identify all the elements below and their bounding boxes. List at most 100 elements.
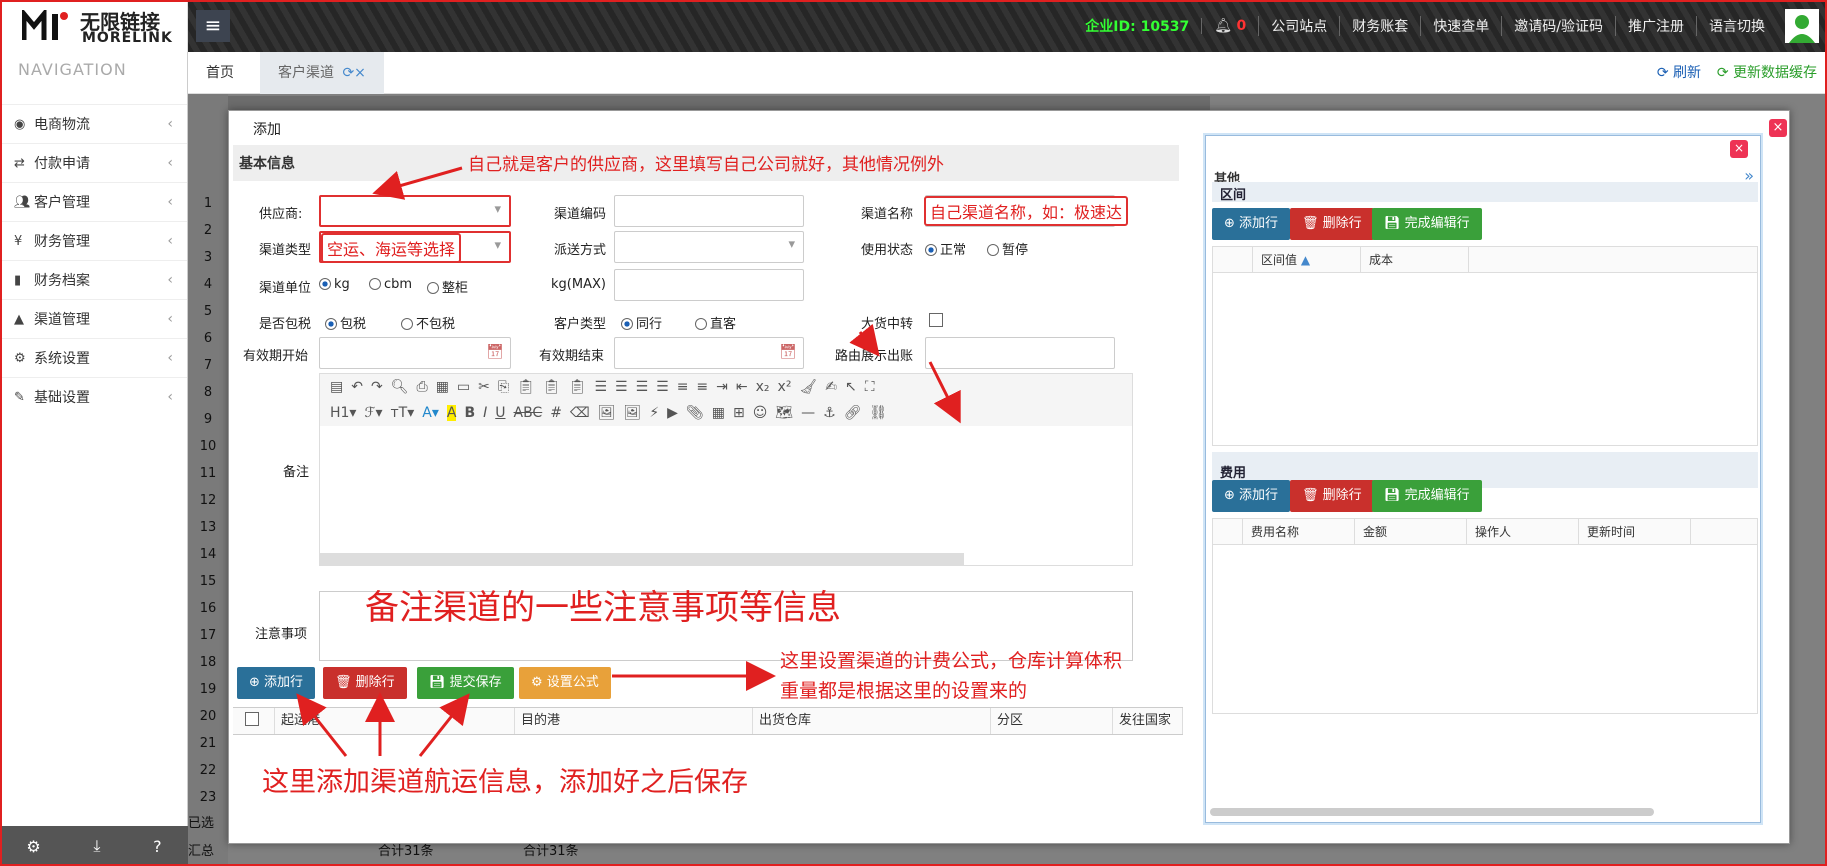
sidebar-item-ecommerce[interactable]: ◉ 电商物流 ‹ xyxy=(0,104,187,143)
indent-icon[interactable]: ⇥ xyxy=(716,379,728,395)
add-row-button[interactable]: ⊕ 添加行 xyxy=(237,667,316,699)
ordered-list-icon[interactable]: ≡ xyxy=(677,379,689,395)
supplier-select[interactable] xyxy=(319,195,511,227)
font-size-icon[interactable]: тT▾ xyxy=(391,405,415,421)
cursor-icon[interactable]: ↖ xyxy=(845,379,857,395)
status-normal-radio[interactable]: 正常 xyxy=(925,239,966,258)
nav-promo-register[interactable]: 推广注册 xyxy=(1615,16,1696,36)
update-cache-button[interactable]: ⟳ 更新数据缓存 xyxy=(1717,60,1817,86)
sidebar-item-system[interactable]: ⚙ 系统设置 ‹ xyxy=(0,338,187,377)
sidebar-item-finance-archive[interactable]: ▮ 财务档案 ‹ xyxy=(0,260,187,299)
paste-icon[interactable]: 📋︎ xyxy=(517,379,535,395)
panel-horizontal-scrollbar[interactable] xyxy=(1210,808,1654,816)
editor-horizontal-scrollbar[interactable] xyxy=(320,553,964,565)
interval-add-row-button[interactable]: ⊕ 添加行 xyxy=(1212,208,1291,240)
fee-finish-edit-button[interactable]: 💾︎ 完成编辑行 xyxy=(1372,480,1482,512)
nav-language[interactable]: 语言切换 xyxy=(1696,16,1777,36)
redo-icon[interactable]: ↷ xyxy=(371,379,383,395)
select-all-checkbox[interactable] xyxy=(245,712,259,726)
fee-add-row-button[interactable]: ⊕ 添加行 xyxy=(1212,480,1291,512)
unordered-list-icon[interactable]: ≡ xyxy=(696,379,708,395)
nav-invite-code[interactable]: 邀请码/验证码 xyxy=(1501,16,1615,36)
table-icon[interactable]: ▦ xyxy=(712,405,725,421)
paste-text-icon[interactable]: 📋︎ xyxy=(543,379,561,395)
col-operator[interactable]: 操作人 xyxy=(1467,519,1579,544)
customer-peer-radio[interactable]: 同行 xyxy=(621,313,662,332)
source-icon[interactable]: ▤ xyxy=(330,379,343,395)
outdent-icon[interactable]: ⇤ xyxy=(736,379,748,395)
insert-row-icon[interactable]: ⊞ xyxy=(733,405,745,421)
code-icon[interactable]: ▭ xyxy=(457,379,470,395)
strikethrough-icon[interactable]: ABC xyxy=(514,405,543,421)
justify-icon[interactable]: ☰ xyxy=(656,379,669,395)
link-icon[interactable]: 🔗︎ xyxy=(844,405,862,421)
tab-customer-channel[interactable]: 客户渠道 ⟳× xyxy=(260,52,384,94)
col-interval-value[interactable]: 区间值 ▲ xyxy=(1253,247,1361,272)
heading-icon[interactable]: H1▾ xyxy=(330,405,356,421)
bulk-transfer-checkbox[interactable] xyxy=(929,313,943,327)
col-cost[interactable]: 成本 xyxy=(1361,247,1469,272)
bold-icon[interactable]: B xyxy=(464,405,475,421)
col-zone[interactable]: 分区 xyxy=(991,708,1113,734)
print-icon[interactable]: ⎙ xyxy=(416,379,427,395)
sidebar-item-payment[interactable]: ⇄ 付款申请 ‹ xyxy=(0,143,187,182)
unlink-icon[interactable]: ⛓ xyxy=(869,405,887,421)
grid-icon[interactable]: # xyxy=(550,405,562,421)
col-fee-name[interactable]: 费用名称 xyxy=(1243,519,1355,544)
superscript-icon[interactable]: x² xyxy=(778,379,792,395)
cut-icon[interactable]: ✂ xyxy=(478,379,490,395)
align-center-icon[interactable]: ☰ xyxy=(615,379,628,395)
align-right-icon[interactable]: ☰ xyxy=(636,379,649,395)
sidebar-item-channels[interactable]: ▲ 渠道管理 ‹ xyxy=(0,299,187,338)
media-icon[interactable]: ▶ xyxy=(667,405,678,421)
status-paused-radio[interactable]: 暂停 xyxy=(987,239,1028,258)
copy-icon[interactable]: ⎘ xyxy=(498,379,509,395)
refresh-button[interactable]: ⟳ 刷新 xyxy=(1657,60,1701,86)
col-origin-port[interactable]: 起运港 xyxy=(275,708,515,734)
nav-finance-books[interactable]: 财务账套 xyxy=(1339,16,1420,36)
channel-code-input[interactable] xyxy=(614,195,804,227)
col-country[interactable]: 发往国家 xyxy=(1113,708,1183,734)
submit-save-button[interactable]: 💾︎ 提交保存 xyxy=(417,667,514,699)
sidebar-item-finance[interactable]: ¥ 财务管理 ‹ xyxy=(0,221,187,260)
clear-format-icon[interactable]: 🧹︎ xyxy=(799,379,817,395)
undo-icon[interactable]: ↶ xyxy=(351,379,363,395)
align-left-icon[interactable]: ☰ xyxy=(594,379,607,395)
italic-icon[interactable]: I xyxy=(483,405,487,421)
sidebar-item-basic[interactable]: ✎ 基础设置 ‹ xyxy=(0,377,187,416)
col-destination-port[interactable]: 目的港 xyxy=(515,708,753,734)
col-updated-at[interactable]: 更新时间 xyxy=(1579,519,1691,544)
download-icon[interactable]: ⤓ xyxy=(93,836,100,856)
attachment-icon[interactable]: 📎︎ xyxy=(686,405,704,421)
valid-start-input[interactable]: 📅︎ xyxy=(319,337,511,369)
font-color-icon[interactable]: A▾ xyxy=(422,405,439,421)
remark-rich-editor[interactable]: ▤ ↶ ↷ 🔍︎ ⎙ ▦ ▭ ✂ ⎘ 📋︎ 📋︎ 📋︎ ☰ ☰ ☰ ☰ ≡ ≡ … xyxy=(319,373,1133,566)
nav-quick-search[interactable]: 快速查单 xyxy=(1420,16,1501,36)
menu-toggle-button[interactable]: ≡ xyxy=(196,10,230,42)
help-icon[interactable]: ? xyxy=(153,837,162,856)
close-tab-icon[interactable]: ⟳× xyxy=(342,65,365,81)
nav-company-site[interactable]: 公司站点 xyxy=(1258,16,1339,36)
emoticon-icon[interactable]: ☺ xyxy=(753,405,768,421)
fullscreen-icon[interactable]: ⛶ xyxy=(865,379,875,395)
tax-excluded-radio[interactable]: 不包税 xyxy=(401,313,455,332)
image-icon[interactable]: 🖼︎ xyxy=(598,405,616,421)
sidebar-item-customers[interactable]: 👥︎ 客户管理 ‹ xyxy=(0,182,187,221)
paste-word-icon[interactable]: 📋︎ xyxy=(569,379,587,395)
subscript-icon[interactable]: x₂ xyxy=(756,379,770,395)
font-family-icon[interactable]: ℱ▾ xyxy=(364,405,382,421)
anchor-icon[interactable]: ⚓︎ xyxy=(823,405,836,421)
unit-kg-radio[interactable]: kg xyxy=(319,277,350,292)
settings-icon[interactable]: ⚙ xyxy=(26,837,40,856)
interval-finish-edit-button[interactable]: 💾︎ 完成编辑行 xyxy=(1372,208,1482,240)
unit-container-radio[interactable]: 整柜 xyxy=(427,277,468,296)
map-icon[interactable]: 🗺︎ xyxy=(775,405,793,421)
set-formula-button[interactable]: ⚙ 设置公式 xyxy=(519,667,611,699)
tax-included-radio[interactable]: 包税 xyxy=(325,313,366,332)
col-warehouse[interactable]: 出货仓库 xyxy=(753,708,991,734)
route-display-input[interactable] xyxy=(925,337,1115,369)
fee-delete-row-button[interactable]: 🗑︎ 删除行 xyxy=(1290,480,1374,512)
col-amount[interactable]: 金额 xyxy=(1355,519,1467,544)
brand-logo[interactable]: 无限链接 MORELINK xyxy=(0,0,188,52)
flash-icon[interactable]: ⚡︎ xyxy=(649,405,659,421)
